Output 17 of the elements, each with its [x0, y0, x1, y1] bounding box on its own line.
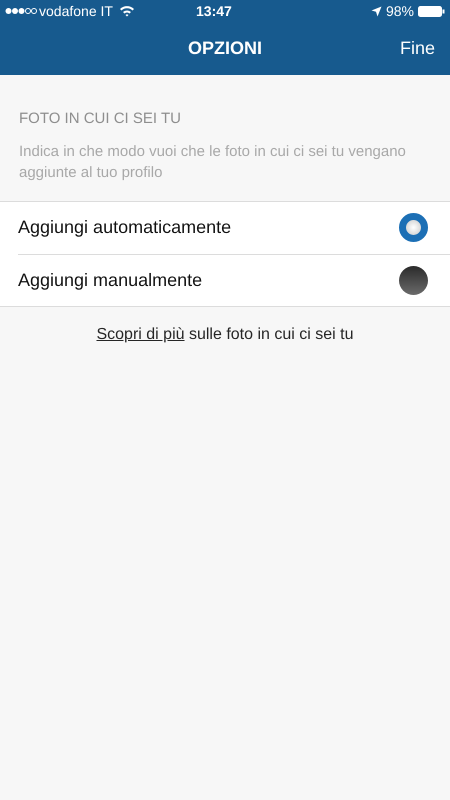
section-header: FOTO IN CUI CI SEI TU	[19, 109, 182, 129]
done-button[interactable]: Fine	[400, 35, 435, 62]
screen-title: OPZIONI	[188, 37, 262, 60]
location-arrow-icon	[370, 6, 382, 16]
option-label[interactable]: Aggiungi manualmente	[18, 266, 202, 294]
wifi-icon	[118, 5, 135, 17]
section-description: Indica in che modo vuoi che le foto in cui ci sei tu vengano aggiunte al tuo profilo	[19, 142, 407, 182]
radio-button[interactable]	[399, 213, 428, 242]
learn-more-text: Scopri di più sulle foto in cui ci sei tu	[96, 326, 354, 342]
battery-percentage: 98%	[386, 2, 414, 20]
option-label[interactable]: Aggiungi automaticamente	[18, 214, 232, 241]
carrier-name: vodafone IT	[39, 2, 113, 20]
learn-more-link[interactable]: Scopri di più	[96, 326, 185, 342]
radio-button[interactable]	[399, 266, 428, 294]
status-time: 13:47	[196, 2, 232, 20]
signal-icon	[5, 7, 37, 15]
battery-icon	[418, 6, 445, 16]
